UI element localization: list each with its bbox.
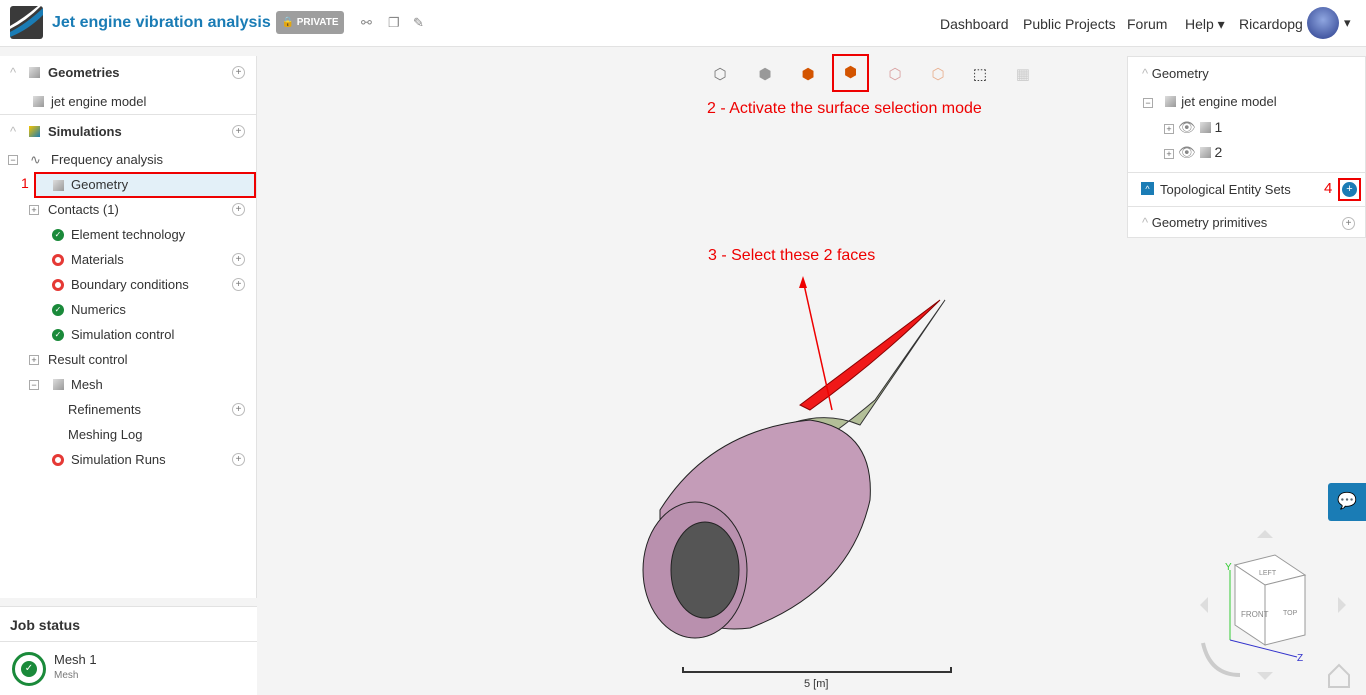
solid-view-icon[interactable]: ⬢ bbox=[752, 62, 778, 88]
nav-public-projects[interactable]: Public Projects bbox=[1023, 16, 1116, 32]
mesh-view-icon[interactable]: ▦ bbox=[1010, 62, 1036, 88]
rotate-icon bbox=[1201, 642, 1241, 677]
fan[interactable] bbox=[670, 521, 740, 619]
job-success-icon: ✓ bbox=[12, 652, 46, 686]
tree-item-simulation-control[interactable]: ✓ Simulation control bbox=[0, 322, 257, 347]
scale-label: 5 [m] bbox=[804, 678, 829, 690]
point-selection-icon[interactable]: ⬡ bbox=[925, 62, 951, 88]
chevron-down-icon[interactable]: ▾ bbox=[1344, 15, 1351, 31]
tree-item-numerics[interactable]: ✓ Numerics bbox=[0, 297, 257, 322]
tree-item-materials[interactable]: Materials + bbox=[0, 247, 257, 272]
surface-selection-icon[interactable]: ⬢ bbox=[832, 54, 869, 92]
jet-engine-model[interactable] bbox=[600, 260, 1000, 640]
geometry-section-header[interactable]: ^ Geometry bbox=[1142, 66, 1209, 81]
cube-label-left: LEFT bbox=[1259, 570, 1277, 577]
rotate-right-icon bbox=[1338, 597, 1346, 613]
project-title[interactable]: Jet engine vibration analysis bbox=[52, 14, 271, 32]
nav-forum[interactable]: Forum bbox=[1127, 16, 1167, 32]
arrow-head bbox=[799, 276, 807, 288]
home-icon bbox=[1328, 663, 1350, 688]
wireframe-view-icon[interactable]: ⬡ bbox=[707, 62, 733, 88]
tree-item-result-control[interactable]: + Result control bbox=[0, 347, 257, 372]
tree-item-geometry[interactable]: Geometry bbox=[34, 172, 256, 198]
add-geometry-button[interactable]: + bbox=[232, 66, 245, 79]
rotate-left-icon bbox=[1200, 597, 1208, 613]
tree-item-element-technology[interactable]: ✓ Element technology bbox=[0, 222, 257, 247]
header: Jet engine vibration analysis 🔒 PRIVATE … bbox=[0, 0, 1366, 47]
add-primitive-button[interactable]: + bbox=[1342, 217, 1355, 230]
nav-dashboard[interactable]: Dashboard bbox=[940, 16, 1009, 32]
eye-icon: 👁 bbox=[1177, 119, 1196, 135]
app-logo[interactable] bbox=[10, 6, 43, 39]
tree-item-meshing-log[interactable]: Meshing Log bbox=[0, 422, 257, 447]
topological-entity-sets-header[interactable]: Topological Entity Sets bbox=[1160, 182, 1291, 197]
copy-icon[interactable]: ❐ bbox=[388, 15, 400, 31]
tree-item-contacts[interactable]: + Contacts (1) + bbox=[0, 197, 257, 222]
nav-help[interactable]: Help ▾ bbox=[1185, 16, 1225, 33]
selected-faces[interactable] bbox=[799, 299, 941, 411]
edge-selection-icon[interactable]: ⬡ bbox=[882, 62, 908, 88]
view-cube-navigator[interactable]: LEFT FRONT TOP Y Z bbox=[1195, 525, 1366, 695]
job-type: Mesh bbox=[54, 670, 79, 681]
eye-icon: 👁 bbox=[1177, 144, 1196, 160]
y-axis-label: Y bbox=[1225, 562, 1232, 573]
simulation-tree-panel: ^ Geometries + jet engine model ^ Simulatio… bbox=[0, 56, 257, 598]
tree-item-boundary-conditions[interactable]: Boundary conditions + bbox=[0, 272, 257, 297]
cube-label-front: FRONT bbox=[1241, 610, 1269, 619]
job-status-panel: Job status ✓ Mesh 1 Mesh bbox=[0, 606, 257, 695]
annotation-2: 2 - Activate the surface selection mode bbox=[707, 100, 982, 117]
tree-item-refinements[interactable]: Refinements + bbox=[0, 397, 257, 422]
annotation-arrow bbox=[802, 279, 833, 411]
body-1[interactable]: + 👁 1 bbox=[1164, 119, 1222, 136]
geometry-primitives-header[interactable]: ^ Geometry primitives bbox=[1142, 215, 1267, 230]
annotation-4: 4 bbox=[1324, 180, 1333, 197]
add-simulation-button[interactable]: + bbox=[232, 125, 245, 138]
body-2[interactable]: + 👁 2 bbox=[1164, 144, 1222, 161]
rotate-up-icon bbox=[1257, 530, 1273, 538]
simulations-header[interactable]: ^ Simulations + bbox=[0, 119, 257, 144]
cube-label-top: TOP bbox=[1283, 610, 1298, 617]
z-axis-label: Z bbox=[1297, 653, 1303, 664]
annotation-1: 1 bbox=[21, 175, 29, 191]
share-icon[interactable]: ⚯ bbox=[361, 15, 372, 31]
tree-item-jet-engine-model[interactable]: − jet engine model bbox=[1143, 94, 1277, 109]
scale-bar bbox=[682, 667, 952, 673]
private-badge: 🔒 PRIVATE bbox=[276, 11, 344, 34]
box-select-icon[interactable]: ⬚ bbox=[967, 62, 993, 88]
user-name[interactable]: Ricardopg bbox=[1239, 16, 1303, 32]
volume-selection-icon[interactable]: ⬢ bbox=[795, 62, 821, 88]
tree-item-mesh[interactable]: − Mesh bbox=[0, 372, 257, 397]
edit-icon[interactable]: ✎ bbox=[413, 15, 424, 31]
chat-button[interactable]: 💬 bbox=[1328, 483, 1366, 521]
job-name[interactable]: Mesh 1 bbox=[54, 652, 97, 667]
geometry-panel: ^ Geometry − jet engine model + 👁 1 + 👁 … bbox=[1127, 56, 1366, 238]
geometries-header[interactable]: ^ Geometries + bbox=[0, 60, 257, 85]
job-status-title: Job status bbox=[10, 617, 81, 633]
tree-item-geometry-model[interactable]: jet engine model bbox=[0, 89, 257, 114]
tree-item-frequency-analysis[interactable]: − ∿ Frequency analysis bbox=[0, 147, 257, 172]
avatar[interactable] bbox=[1307, 7, 1339, 39]
collapse-icon[interactable]: ^ bbox=[1141, 182, 1154, 195]
rotate-down-icon bbox=[1257, 672, 1273, 680]
tree-item-simulation-runs[interactable]: Simulation Runs + bbox=[0, 447, 257, 472]
add-topological-set-button[interactable]: + bbox=[1338, 178, 1361, 201]
